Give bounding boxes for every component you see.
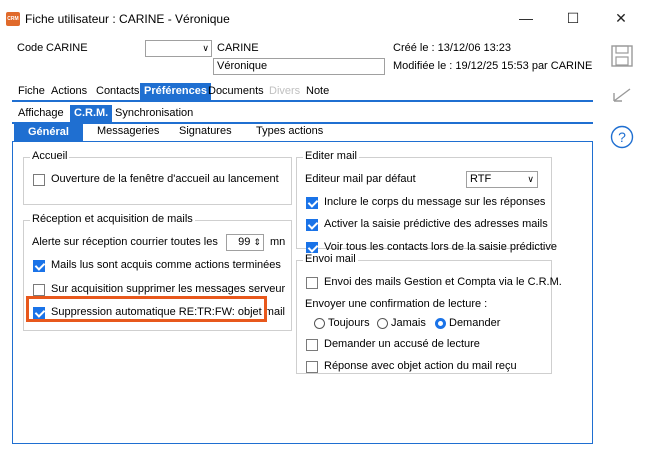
include-body-label: Inclure le corps du message sur les répo… <box>324 196 546 208</box>
tab-fiche[interactable]: Fiche <box>18 83 45 100</box>
civility-combo[interactable]: ∨ <box>145 40 212 57</box>
mails-read-label: Mails lus sont acquis comme actions term… <box>51 259 281 271</box>
code-value: CARINE <box>46 42 88 54</box>
chevron-down-icon: ∨ <box>202 43 209 53</box>
radio-toujours-label: Toujours <box>328 317 370 329</box>
send-gc-label: Envoi des mails Gestion et Compta via le… <box>324 276 562 288</box>
help-icon[interactable]: ? <box>610 125 634 149</box>
tab-note[interactable]: Note <box>306 83 329 100</box>
close-button[interactable]: ✕ <box>606 6 636 30</box>
predictive-checkbox[interactable] <box>306 219 318 231</box>
created-date: Créé le : 13/12/06 13:23 <box>393 42 512 54</box>
alert-unit: mn <box>270 236 286 248</box>
tab-signatures[interactable]: Signatures <box>179 123 232 140</box>
alert-label: Alerte sur réception courrier toutes les <box>32 236 218 248</box>
highlight-box <box>26 296 267 322</box>
tab-divers: Divers <box>269 85 301 97</box>
tab-affichage[interactable]: Affichage <box>18 105 64 122</box>
code-label: Code <box>17 42 44 54</box>
reception-title: Réception et acquisition de mails <box>30 213 195 225</box>
editer-title: Editer mail <box>303 150 359 162</box>
app-icon: CRM <box>6 12 20 26</box>
chevron-down-icon: ∨ <box>527 174 534 184</box>
side-toolbar: ? <box>595 34 649 450</box>
minimize-button[interactable]: — <box>511 6 541 30</box>
include-body-checkbox[interactable] <box>306 197 318 209</box>
ack-checkbox[interactable] <box>306 339 318 351</box>
open-window-label: Ouverture de la fenêtre d'accueil au lan… <box>51 173 279 185</box>
tab-crm[interactable]: C.R.M. <box>70 105 113 122</box>
alert-interval-spinner[interactable]: 99 ⇕ <box>226 234 264 251</box>
window-title: Fiche utilisateur : CARINE - Véronique <box>25 12 230 26</box>
tab-messageries[interactable]: Messageries <box>97 123 159 140</box>
editor-value: RTF <box>470 173 492 185</box>
accueil-title: Accueil <box>30 150 70 162</box>
tab-synchronisation[interactable]: Synchronisation <box>115 105 193 122</box>
envoi-title: Envoi mail <box>303 253 358 265</box>
delete-server-checkbox[interactable] <box>33 284 45 296</box>
svg-text:?: ? <box>618 129 626 145</box>
save-icon[interactable] <box>610 44 634 68</box>
reply-subject-label: Réponse avec objet action du mail reçu <box>324 360 517 372</box>
tab-contacts[interactable]: Contacts <box>96 83 139 100</box>
reply-subject-checkbox[interactable] <box>306 361 318 373</box>
last-name-field[interactable]: CARINE <box>213 40 385 57</box>
tab-actions[interactable]: Actions <box>51 83 87 100</box>
radio-toujours[interactable] <box>314 318 325 329</box>
envoi-group: Envoi mail Envoi des mails Gestion et Co… <box>296 253 562 374</box>
mails-read-checkbox[interactable] <box>33 260 45 272</box>
general-panel: Accueil Ouverture de la fenêtre d'accuei… <box>12 141 593 444</box>
radio-demander[interactable] <box>435 318 446 329</box>
maximize-button[interactable]: ☐ <box>558 6 588 30</box>
tab-general[interactable]: Général <box>14 123 83 141</box>
delete-server-label: Sur acquisition supprimer les messages s… <box>51 283 286 295</box>
modified-date: Modifiée le : 19/12/25 15:53 par CARINE <box>393 60 593 72</box>
all-contacts-label: Voir tous les contacts lors de la saisie… <box>324 241 557 253</box>
tab-preferences[interactable]: Préférences <box>140 83 211 100</box>
radio-demander-label: Demander <box>449 317 501 329</box>
first-name-field[interactable]: Véronique <box>213 58 385 75</box>
tab-documents[interactable]: Documents <box>208 83 264 100</box>
predictive-label: Activer la saisie prédictive des adresse… <box>324 218 548 230</box>
title-bar: CRM Fiche utilisateur : CARINE - Véroniq… <box>0 0 649 34</box>
open-window-checkbox[interactable] <box>33 174 45 186</box>
tab-underline <box>12 100 593 102</box>
editor-select[interactable]: RTF ∨ <box>466 171 538 188</box>
editor-label: Editeur mail par défaut <box>305 173 416 185</box>
alert-value: 99 <box>238 236 251 248</box>
undo-icon[interactable] <box>610 83 634 107</box>
radio-jamais-label: Jamais <box>391 317 426 329</box>
confirm-label: Envoyer une confirmation de lecture : <box>305 298 488 310</box>
tab-types-actions[interactable]: Types actions <box>256 123 323 140</box>
radio-jamais[interactable] <box>377 318 388 329</box>
ack-label: Demander un accusé de lecture <box>324 338 480 350</box>
editer-group: Editer mail Editeur mail par défaut RTF … <box>296 150 557 254</box>
accueil-group: Accueil Ouverture de la fenêtre d'accuei… <box>23 150 292 205</box>
spinner-icon: ⇕ <box>253 237 261 247</box>
send-gc-checkbox[interactable] <box>306 277 318 289</box>
